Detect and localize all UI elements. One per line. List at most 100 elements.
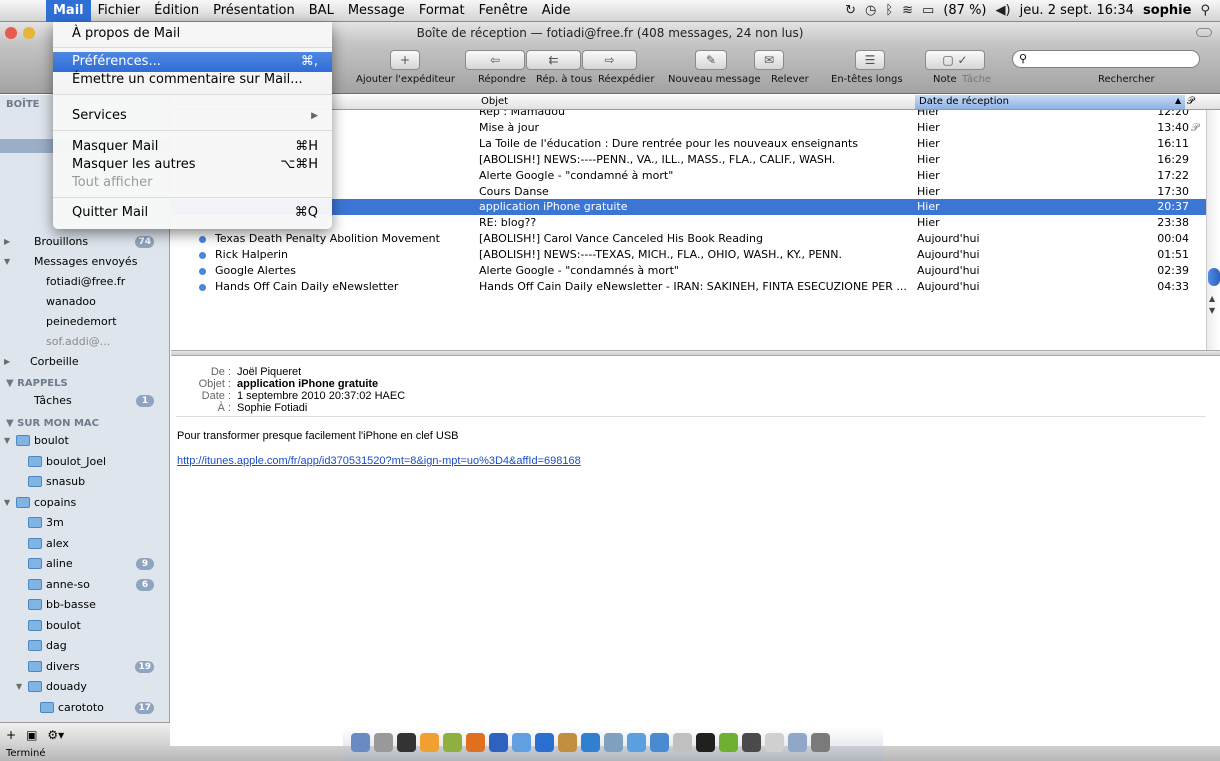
scroll-up-icon[interactable]: ▲ bbox=[1209, 294, 1215, 303]
sidebar-folder[interactable]: ▼ boulot bbox=[0, 431, 168, 451]
dock-app-icon[interactable] bbox=[581, 733, 600, 752]
sidebar-folder[interactable]: boulot bbox=[0, 616, 168, 636]
dock-app-icon[interactable] bbox=[489, 733, 508, 752]
menu-fenetre[interactable]: Fenêtre bbox=[472, 0, 535, 22]
dock-app-icon[interactable] bbox=[696, 733, 715, 752]
wifi-icon[interactable]: ≋ bbox=[902, 3, 913, 18]
toolbar-toggle-icon[interactable] bbox=[1196, 28, 1212, 37]
list-scrollbar[interactable]: ▲ ▼ bbox=[1206, 110, 1220, 350]
menu-bal[interactable]: BAL bbox=[302, 0, 341, 22]
menu-item-hide-others[interactable]: Masquer les autres ⌥⌘H bbox=[53, 155, 332, 175]
table-row[interactable]: Google Alertes Alerte Google - "condamnés… bbox=[171, 263, 1206, 279]
sidebar-folder[interactable]: bb-basse bbox=[0, 595, 168, 615]
attachment-column-icon[interactable]: 𝒫 bbox=[1187, 96, 1194, 107]
sidebar-item-corbeille[interactable]: ▶ Corbeille bbox=[0, 352, 168, 372]
dock-app-icon[interactable] bbox=[719, 733, 738, 752]
sidebar-folder[interactable]: ▼ douady bbox=[0, 677, 168, 697]
sidebar-folder[interactable]: boulot_Joel bbox=[0, 452, 168, 472]
add-mailbox-icon[interactable]: + bbox=[6, 728, 16, 742]
dock-app-icon[interactable] bbox=[627, 733, 646, 752]
forward-icon[interactable]: ⇨ bbox=[582, 50, 637, 70]
menu-fichier[interactable]: Fichier bbox=[91, 0, 148, 22]
dock-app-icon[interactable] bbox=[604, 733, 623, 752]
table-row[interactable]: Rick Halperin [ABOLISH!] NEWS:----TEXAS, … bbox=[171, 247, 1206, 263]
sync-icon[interactable]: ↻ bbox=[845, 3, 856, 18]
dock-app-icon[interactable] bbox=[397, 733, 416, 752]
menu-aide[interactable]: Aide bbox=[535, 0, 578, 22]
dock-app-icon[interactable] bbox=[420, 733, 439, 752]
dock-app-icon[interactable] bbox=[673, 733, 692, 752]
sidebar-folder[interactable]: dag bbox=[0, 636, 168, 656]
dock-app-icon[interactable] bbox=[535, 733, 554, 752]
dock-app-icon[interactable] bbox=[466, 733, 485, 752]
sidebar-item-sent[interactable]: ▼ Messages envoyés bbox=[0, 252, 168, 272]
clock[interactable]: jeu. 2 sept. 16:34 bbox=[1020, 3, 1134, 18]
forward-button[interactable]: Réexpédier bbox=[598, 74, 654, 85]
task-button[interactable]: Tâche bbox=[962, 74, 991, 85]
dock-app-icon[interactable] bbox=[512, 733, 531, 752]
menu-mail[interactable]: Mail bbox=[46, 0, 91, 22]
time-machine-icon[interactable]: ◷ bbox=[865, 3, 876, 18]
add-sender-button[interactable]: Ajouter l'expéditeur bbox=[356, 74, 455, 85]
sidebar-folder[interactable]: alex bbox=[0, 534, 168, 554]
dock-app-icon[interactable] bbox=[742, 733, 761, 752]
sidebar-item-fotiadi[interactable]: fotiadi@free.fr bbox=[0, 272, 168, 292]
sidebar-item-peinedemort[interactable]: peinedemort bbox=[0, 312, 168, 332]
column-subject[interactable]: Objet bbox=[481, 96, 508, 107]
message-link[interactable]: http://itunes.apple.com/fr/app/id3705315… bbox=[177, 455, 581, 467]
menu-item-services[interactable]: Services ▶ bbox=[53, 106, 332, 126]
sidebar-item-brouillons[interactable]: ▶ Brouillons 74 bbox=[0, 232, 168, 252]
sidebar-folder[interactable]: snasub bbox=[0, 472, 168, 492]
volume-icon[interactable]: ◀) bbox=[996, 3, 1011, 18]
column-date[interactable]: Date de réception bbox=[919, 96, 1009, 107]
headers-icon[interactable]: ☰ bbox=[855, 50, 885, 70]
get-mail-icon[interactable]: ✉ bbox=[754, 50, 784, 70]
reply-button[interactable]: Répondre bbox=[478, 74, 526, 85]
sidebar-folder[interactable]: anne-so 6 bbox=[0, 575, 168, 595]
menu-format[interactable]: Format bbox=[412, 0, 472, 22]
reply-icon[interactable]: ⇦ bbox=[465, 50, 525, 70]
spotlight-icon[interactable]: ⚲ bbox=[1200, 3, 1210, 18]
sidebar-folder[interactable]: divers 19 bbox=[0, 657, 168, 677]
sidebar-item-wanadoo[interactable]: wanadoo bbox=[0, 292, 168, 312]
table-row[interactable]: Hands Off Cain Daily eNewsletter Hands Of… bbox=[171, 279, 1206, 295]
menu-edition[interactable]: Édition bbox=[147, 0, 206, 22]
battery-icon[interactable]: ▭ bbox=[922, 3, 934, 18]
dock-app-icon[interactable] bbox=[765, 733, 784, 752]
scroll-down-icon[interactable]: ▼ bbox=[1209, 306, 1215, 315]
minimize-icon[interactable] bbox=[23, 27, 35, 39]
table-row[interactable]: Texas Death Penalty Abolition Movement [A… bbox=[171, 231, 1206, 247]
bluetooth-icon[interactable]: ᛒ bbox=[885, 3, 893, 18]
sidebar-item-sofaddi[interactable]: sof.addi@... bbox=[0, 332, 168, 352]
menu-item-quit[interactable]: Quitter Mail ⌘Q bbox=[53, 203, 332, 223]
dock-app-icon[interactable] bbox=[650, 733, 669, 752]
sort-arrow-icon[interactable]: ▲ bbox=[1175, 96, 1181, 105]
menu-presentation[interactable]: Présentation bbox=[206, 0, 302, 22]
gear-icon[interactable]: ⚙▾ bbox=[47, 728, 64, 742]
menu-item-feedback[interactable]: Émettre un commentaire sur Mail... bbox=[53, 70, 332, 90]
sidebar-folder[interactable]: carototo 17 bbox=[0, 698, 168, 718]
menu-item-preferences[interactable]: Préférences... ⌘, bbox=[53, 52, 332, 72]
sidebar-folder[interactable]: ▼ copains bbox=[0, 493, 168, 513]
dock-app-icon[interactable] bbox=[374, 733, 393, 752]
menu-message[interactable]: Message bbox=[341, 0, 412, 22]
show-photo-icon[interactable]: ▣ bbox=[26, 728, 37, 742]
get-mail-button[interactable]: Relever bbox=[771, 74, 809, 85]
sidebar-item-taches[interactable]: Tâches 1 bbox=[0, 391, 168, 411]
sidebar-folder[interactable]: aline 9 bbox=[0, 554, 168, 574]
note-task-icon[interactable]: ▢ ✓ bbox=[925, 50, 985, 70]
reply-all-button[interactable]: Rép. à tous bbox=[536, 74, 592, 85]
dock-app-icon[interactable] bbox=[788, 733, 807, 752]
reply-all-icon[interactable]: ⇇ bbox=[526, 50, 581, 70]
new-message-icon[interactable]: ✎ bbox=[695, 50, 727, 70]
disclosure-triangle-icon[interactable]: ▼ bbox=[16, 677, 22, 697]
dock-app-icon[interactable] bbox=[811, 733, 830, 752]
scrollbar-thumb[interactable] bbox=[1208, 268, 1220, 286]
dock-app-icon[interactable] bbox=[351, 733, 370, 752]
sidebar-folder[interactable]: 3m bbox=[0, 513, 168, 533]
disclosure-triangle-icon[interactable]: ▼ bbox=[4, 431, 10, 451]
disclosure-triangle-icon[interactable]: ▼ bbox=[4, 493, 10, 513]
dock-app-icon[interactable] bbox=[558, 733, 577, 752]
user-name[interactable]: sophie bbox=[1143, 3, 1192, 18]
menu-item-about[interactable]: À propos de Mail bbox=[53, 24, 332, 44]
